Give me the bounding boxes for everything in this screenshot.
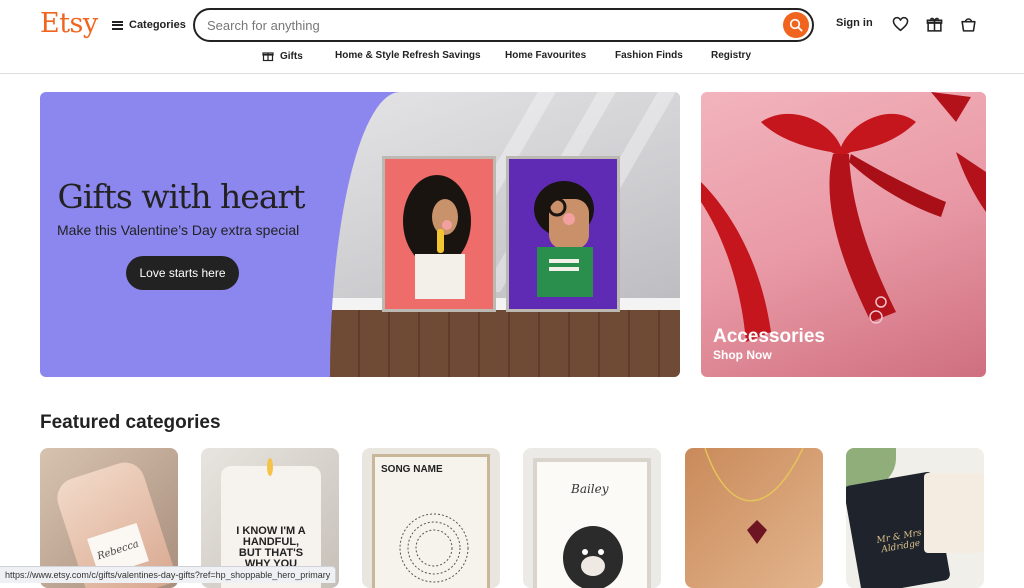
gift-icon	[262, 52, 274, 62]
nav-home-style-refresh[interactable]: Home & Style Refresh Savings	[335, 50, 481, 61]
portrait-illustration	[403, 175, 471, 299]
record-graphic	[399, 513, 469, 583]
category-tile[interactable]: Bailey	[523, 448, 661, 588]
portrait-illustration	[534, 181, 594, 297]
cart-button[interactable]	[958, 14, 978, 34]
sub-navigation: Gifts Home & Style Refresh Savings Home …	[0, 50, 1024, 66]
menu-icon	[112, 20, 123, 30]
categories-button[interactable]: Categories	[112, 14, 186, 36]
nav-home-favourites[interactable]: Home Favourites	[505, 50, 586, 61]
nav-gifts[interactable]: Gifts	[262, 50, 303, 62]
etsy-logo[interactable]: Etsy	[40, 8, 98, 39]
heart-icon	[892, 16, 908, 32]
hero-cta-button[interactable]: Love starts here	[126, 256, 239, 290]
gift-icon	[926, 17, 942, 32]
nav-registry[interactable]: Registry	[711, 50, 751, 61]
sign-in-link[interactable]: Sign in	[836, 17, 873, 29]
necklace-image	[704, 448, 804, 544]
accessories-shop-now[interactable]: Shop Now	[713, 348, 772, 362]
status-bar-url: https://www.etsy.com/c/gifts/valentines-…	[0, 566, 337, 583]
shopping-bag-icon	[960, 17, 976, 32]
favorites-button[interactable]	[890, 14, 910, 34]
nav-fashion-finds[interactable]: Fashion Finds	[615, 50, 683, 61]
categories-label: Categories	[129, 19, 186, 31]
search-button[interactable]	[783, 12, 809, 38]
accessories-card[interactable]: Accessories Shop Now	[701, 92, 986, 377]
category-tile[interactable]: Mr & Mrs Aldridge	[846, 448, 984, 588]
site-header: Etsy Categories Sign in	[0, 0, 1024, 74]
hero-title: Gifts with heart	[57, 177, 305, 216]
search-bar	[193, 8, 814, 42]
search-icon	[789, 18, 803, 32]
hero-banner[interactable]: Gifts with heart Make this Valentine’s D…	[40, 92, 680, 377]
accessories-title: Accessories	[713, 326, 825, 347]
category-tile[interactable]	[685, 448, 823, 588]
hero-subtitle: Make this Valentine’s Day extra special	[57, 222, 300, 238]
gift-mode-button[interactable]	[924, 14, 944, 34]
nav-gifts-label: Gifts	[280, 50, 303, 62]
search-input[interactable]	[207, 17, 783, 33]
hero-photo	[330, 92, 680, 377]
featured-categories-title: Featured categories	[40, 412, 221, 433]
category-tile[interactable]: SONG NAME	[362, 448, 500, 588]
dog-portrait	[563, 526, 623, 588]
